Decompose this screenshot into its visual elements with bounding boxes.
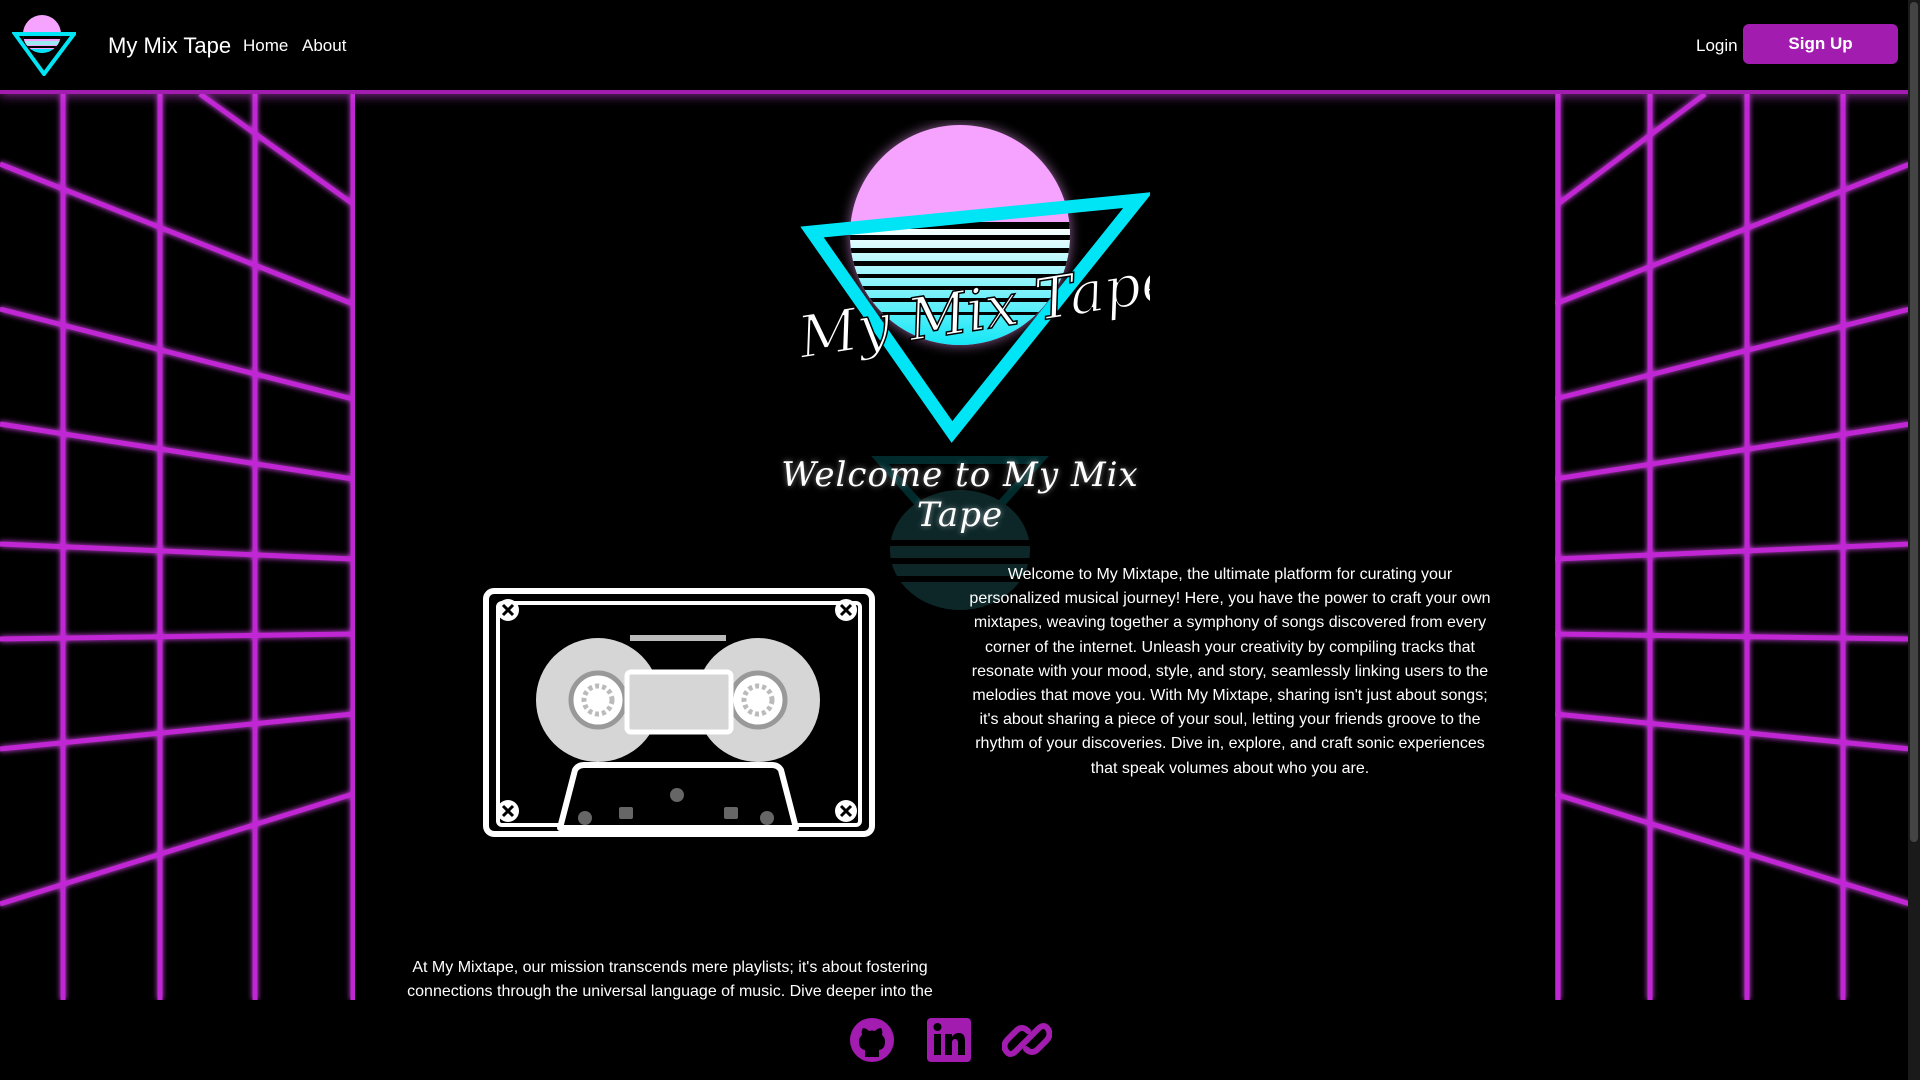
right-grid-wall [1555,94,1910,1000]
cassette-tape-image [483,588,875,837]
logo-icon[interactable] [12,14,76,76]
left-grid-wall [0,94,355,1000]
nav-about-link[interactable]: About [302,36,346,56]
brand-name[interactable]: My Mix Tape [108,33,231,59]
navbar: My Mix Tape Home About Login Sign Up [0,0,1920,94]
github-icon[interactable] [847,1015,897,1065]
scrollbar-thumb[interactable] [1910,2,1918,842]
mission-paragraph: At My Mixtape, our mission transcends me… [407,959,933,1000]
linkedin-icon[interactable] [924,1015,974,1065]
intro-paragraph: Welcome to My Mixtape, the ultimate plat… [969,566,1491,777]
link-icon[interactable] [1002,1015,1052,1065]
nav-home-link[interactable]: Home [243,36,288,56]
welcome-title: Welcome to My Mix Tape [781,455,1139,535]
login-link[interactable]: Login [1696,36,1738,56]
signup-button[interactable]: Sign Up [1743,24,1898,64]
hero-logo: My Mix Tape [792,125,1150,443]
scrollbar[interactable] [1908,0,1920,1080]
